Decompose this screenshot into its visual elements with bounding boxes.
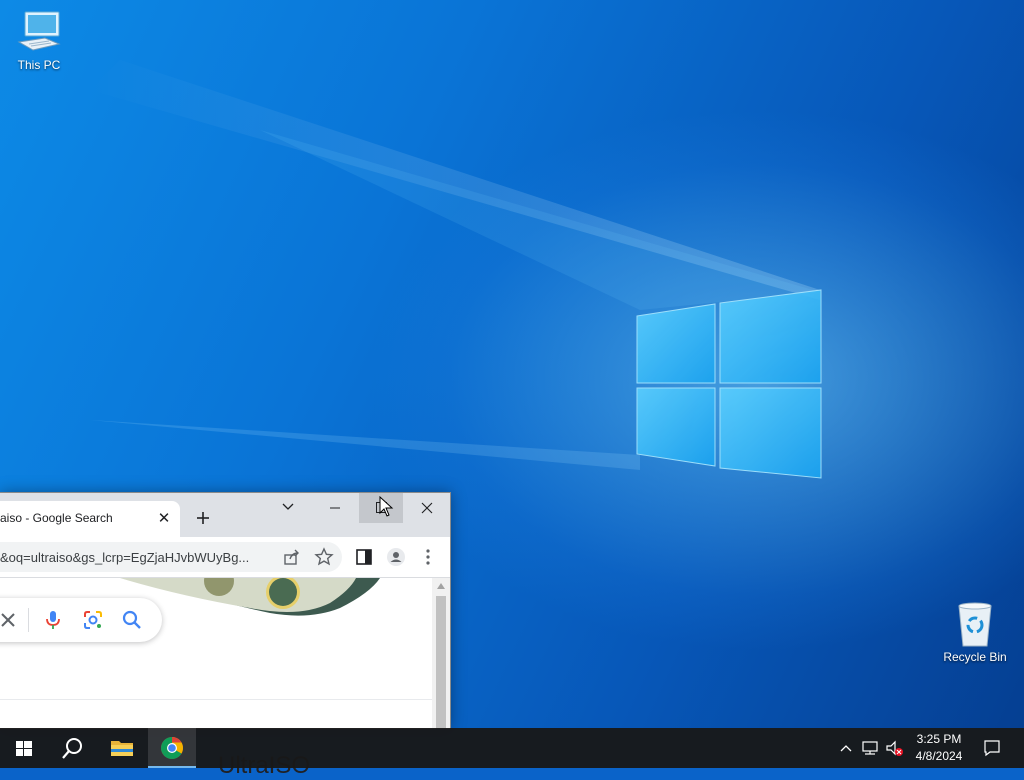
taskbar: 3:25 PM 4/8/2024: [0, 728, 1024, 768]
profile-icon[interactable]: [386, 547, 406, 567]
plus-icon[interactable]: [192, 507, 214, 529]
chevron-up-icon[interactable]: [836, 738, 856, 758]
side-panel-icon[interactable]: [354, 547, 374, 567]
clear-icon[interactable]: [0, 608, 20, 632]
start-button[interactable]: [0, 728, 48, 768]
computer-icon: [17, 11, 61, 51]
chrome-icon: [161, 737, 183, 759]
desktop-icon-recycle-bin[interactable]: Recycle Bin: [936, 600, 1014, 664]
system-clock[interactable]: 3:25 PM 4/8/2024: [906, 731, 972, 765]
tab-search-button[interactable]: [266, 493, 310, 523]
search-box[interactable]: [0, 598, 162, 642]
volume-muted-icon[interactable]: [884, 738, 904, 758]
mic-icon[interactable]: [41, 608, 65, 632]
chrome-window[interactable]: aiso - Google Search ✕ &oq=ultraiso&gs_l…: [0, 492, 451, 729]
recycle-bin-icon: [958, 602, 992, 647]
scroll-up-arrow-icon[interactable]: [436, 582, 446, 590]
share-icon[interactable]: [282, 547, 302, 567]
desktop-icon-label: This PC: [17, 58, 61, 72]
desktop-icon-label: Recycle Bin: [943, 650, 1007, 664]
lens-icon[interactable]: [81, 608, 105, 632]
search-icon[interactable]: [120, 608, 144, 632]
minimize-icon: [330, 507, 340, 509]
taskbar-search-button[interactable]: [48, 728, 96, 768]
tab-close-icon[interactable]: ✕: [154, 509, 174, 529]
file-explorer-icon: [111, 741, 133, 756]
desktop-icon-this-pc[interactable]: This PC: [0, 8, 78, 72]
start-icon: [16, 741, 32, 756]
browser-toolbar: &oq=ultraiso&gs_lcrp=EgZjaHJvbWUyBg...: [0, 537, 450, 578]
network-icon[interactable]: [860, 738, 880, 758]
search-box-divider: [28, 608, 29, 632]
content-divider: [0, 699, 432, 700]
mouse-cursor: [379, 496, 394, 517]
taskbar-file-explorer[interactable]: [98, 728, 146, 768]
close-icon: [421, 502, 433, 514]
page-content: [0, 578, 432, 729]
action-center-icon[interactable]: [982, 738, 1002, 758]
clock-time: 3:25 PM: [916, 732, 962, 746]
minimize-button[interactable]: [313, 493, 357, 523]
chevron-down-icon: [282, 503, 294, 510]
search-icon: [62, 738, 82, 759]
tab-google-search[interactable]: aiso - Google Search ✕: [0, 501, 180, 537]
vertical-scrollbar[interactable]: [432, 578, 450, 729]
menu-icon[interactable]: [418, 547, 438, 567]
clock-date: 4/8/2024: [915, 749, 963, 763]
taskbar-chrome[interactable]: [148, 728, 196, 768]
scrollbar-thumb[interactable]: [436, 596, 446, 729]
windows-logo: [636, 289, 822, 479]
address-bar-url: &oq=ultraiso&gs_lcrp=EgZjaHJvbWUyBg...: [0, 550, 250, 565]
close-button[interactable]: [405, 493, 449, 523]
star-icon[interactable]: [314, 547, 334, 567]
tab-title: aiso - Google Search: [0, 511, 113, 525]
